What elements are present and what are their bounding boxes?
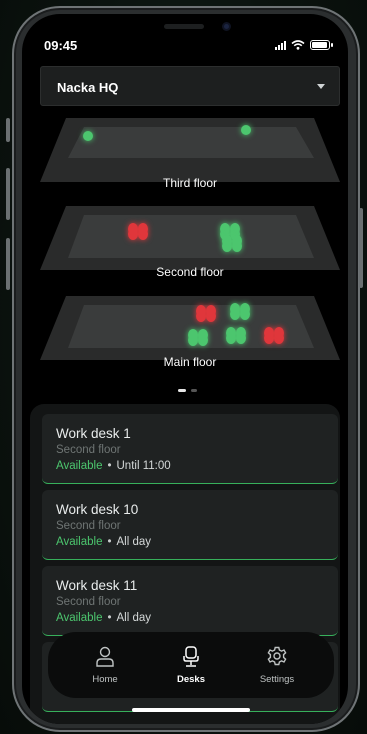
desk-time: Until 11:00: [116, 460, 171, 472]
volume-up-button: [6, 168, 10, 220]
desk-floor: Second floor: [56, 596, 121, 608]
floor-third[interactable]: Third floor: [40, 114, 340, 204]
status-icons: [275, 38, 333, 52]
camera: [222, 22, 231, 31]
signal-icon: [275, 40, 286, 50]
floor-pager: [178, 389, 197, 392]
desk-time: All day: [116, 536, 152, 548]
tab-bar: Home Desks Settings: [48, 632, 334, 698]
status-time: 09:45: [44, 38, 78, 53]
desk-status-row: Available • All day: [56, 536, 151, 548]
separator-dot: •: [107, 460, 112, 472]
desk-status-row: Available • All day: [56, 612, 151, 624]
desk-name: Work desk 10: [56, 502, 139, 517]
chevron-down-icon: [317, 84, 325, 89]
gear-icon: [267, 646, 287, 666]
desk-name: Work desk 11: [56, 578, 138, 593]
tab-label: Desks: [177, 674, 205, 685]
person-icon: [96, 646, 114, 667]
tab-home[interactable]: Home: [65, 632, 145, 698]
tab-desks[interactable]: Desks: [151, 632, 231, 698]
separator-dot: •: [107, 612, 112, 624]
floor-label: Second floor: [156, 265, 224, 279]
tab-label: Settings: [259, 674, 295, 685]
desk-card[interactable]: Work desk 10 Second floor Available • All …: [42, 490, 338, 560]
floor-plan-main: [40, 296, 340, 360]
volume-down-button: [6, 238, 10, 290]
desk-floor: Second floor: [56, 444, 121, 456]
desk-name: Work desk 1: [56, 426, 131, 441]
battery-icon: [310, 40, 333, 50]
chair-icon: [183, 646, 199, 667]
desk-status: Available: [56, 612, 103, 624]
floor-second[interactable]: Second floor: [40, 202, 340, 292]
location-select[interactable]: Nacka HQ: [40, 66, 340, 106]
floor-main[interactable]: Main floor: [40, 292, 340, 382]
floor-plan-second: [40, 206, 340, 270]
desk-status: Available: [56, 460, 103, 472]
tab-label: Home: [92, 674, 118, 685]
location-value: Nacka HQ: [57, 80, 119, 95]
tab-settings[interactable]: Settings: [237, 632, 317, 698]
home-indicator[interactable]: [132, 708, 250, 712]
notch: [102, 14, 268, 48]
separator-dot: •: [107, 536, 112, 548]
mute-switch: [6, 118, 10, 142]
floor-label: Third floor: [162, 176, 218, 190]
desk-status: Available: [56, 536, 103, 548]
desk-card[interactable]: Work desk 11 Second floor Available • All …: [42, 566, 338, 636]
floor-label: Main floor: [163, 355, 217, 369]
desk-card[interactable]: Work desk 1 Second floor Available • Until…: [42, 414, 338, 484]
wifi-icon: [291, 40, 305, 50]
power-button: [359, 208, 363, 288]
desk-floor: Second floor: [56, 520, 121, 532]
battery-level: [312, 42, 328, 48]
desk-status-row: Available • Until 11:00: [56, 460, 171, 472]
speaker: [164, 24, 204, 29]
desk-marker-available[interactable]: [83, 131, 93, 141]
pager-dot-active[interactable]: [178, 389, 186, 392]
pager-dot[interactable]: [191, 389, 197, 392]
desk-time: All day: [116, 612, 152, 624]
app-screen: 09:45 Nacka HQ Third floor Second floor …: [22, 14, 348, 724]
desk-marker-available[interactable]: [241, 125, 251, 135]
